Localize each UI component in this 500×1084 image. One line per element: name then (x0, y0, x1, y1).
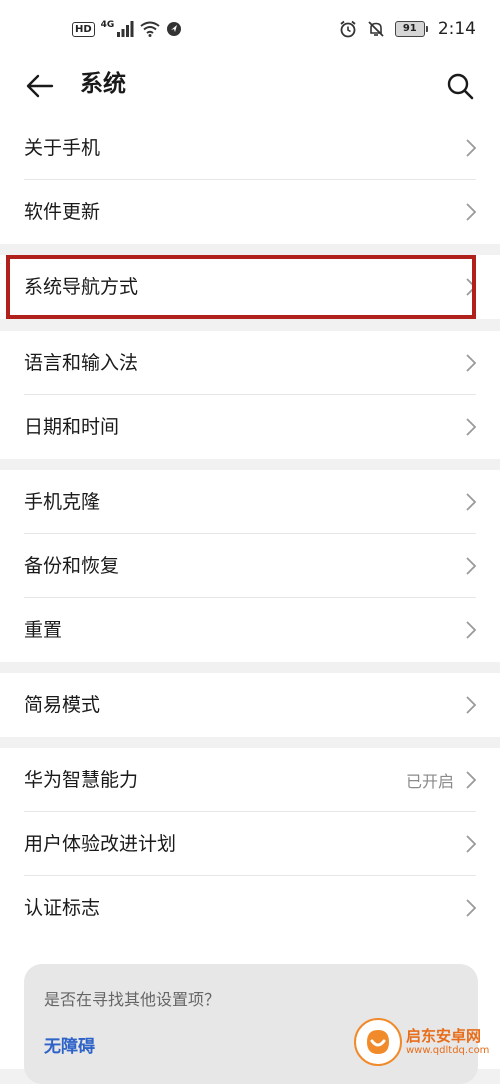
settings-item-label: 华为智慧能力 (24, 769, 139, 791)
settings-item-software-update[interactable]: 软件更新 (0, 180, 500, 244)
chevron-right-icon (466, 835, 477, 853)
mute-icon (368, 21, 384, 37)
settings-item-label: 认证标志 (24, 897, 101, 919)
settings-item-backup-restore[interactable]: 备份和恢复 (0, 534, 500, 598)
settings-item-navigation-mode[interactable]: 系统导航方式 (0, 255, 500, 319)
settings-item-phone-clone[interactable]: 手机克隆 (0, 470, 500, 534)
settings-group-5: 简易模式 (0, 673, 500, 737)
wifi-icon (140, 21, 160, 37)
settings-item-certification[interactable]: 认证标志 (0, 876, 500, 940)
battery-level: 91 (394, 21, 425, 37)
chevron-right-icon (466, 139, 477, 157)
settings-item-label: 关于手机 (24, 137, 101, 159)
hd-icon: HD (72, 21, 95, 37)
chevron-right-icon (466, 771, 477, 789)
search-button[interactable] (438, 64, 482, 108)
settings-group-1: 关于手机 软件更新 (0, 116, 500, 244)
chevron-right-icon (466, 203, 477, 221)
arrow-left-icon (26, 74, 54, 98)
chevron-right-icon (466, 418, 477, 436)
chevron-right-icon (466, 696, 477, 714)
status-bar: HD 4G 91 2:14 (0, 0, 500, 58)
app-header: 系统 (0, 58, 500, 120)
page-title: 系统 (80, 71, 126, 97)
chevron-right-icon (466, 493, 477, 511)
chevron-right-icon (466, 557, 477, 575)
settings-group-2: 系统导航方式 (0, 255, 500, 319)
settings-item-reset[interactable]: 重置 (0, 598, 500, 662)
status-right: 91 2:14 (339, 18, 476, 40)
signal-icon (117, 21, 134, 37)
watermark-name: 启东安卓网 (406, 1027, 482, 1045)
settings-item-huawei-intelligence[interactable]: 华为智慧能力 已开启 (0, 748, 500, 812)
watermark-url: www.qdltdq.com (406, 1045, 490, 1056)
settings-group-6: 华为智慧能力 已开启 用户体验改进计划 认证标志 (0, 748, 500, 958)
alarm-icon (340, 20, 356, 38)
settings-item-label: 简易模式 (24, 694, 101, 716)
settings-item-status: 已开启 (405, 772, 454, 791)
search-icon (447, 73, 474, 100)
chevron-right-icon (466, 354, 477, 372)
settings-item-label: 软件更新 (24, 201, 101, 223)
network-type: 4G (100, 20, 115, 30)
settings-group-4: 手机克隆 备份和恢复 重置 (0, 470, 500, 662)
location-icon (167, 22, 182, 36)
settings-group-3: 语言和输入法 日期和时间 (0, 331, 500, 459)
battery-icon: 91 (394, 21, 428, 37)
settings-item-label: 语言和输入法 (24, 352, 139, 374)
settings-item-user-experience[interactable]: 用户体验改进计划 (0, 812, 500, 876)
chevron-right-icon (466, 899, 477, 917)
status-left: HD 4G (72, 18, 182, 40)
suggestion-title: 是否在寻找其他设置项？ (44, 990, 221, 1009)
watermark: 启东安卓网 www.qdltdq.com (354, 1018, 494, 1066)
settings-item-date-time[interactable]: 日期和时间 (0, 395, 500, 459)
watermark-logo-icon (354, 1018, 402, 1066)
chevron-right-icon (466, 621, 477, 639)
accessibility-link[interactable]: 无障碍 (44, 1032, 95, 1057)
settings-item-label: 系统导航方式 (24, 276, 139, 298)
chevron-right-icon (466, 278, 477, 296)
settings-item-label: 用户体验改进计划 (24, 833, 177, 855)
watermark-text: 启东安卓网 www.qdltdq.com (406, 1027, 489, 1057)
back-button[interactable] (18, 64, 62, 108)
settings-item-about-phone[interactable]: 关于手机 (0, 116, 500, 180)
settings-item-language-input[interactable]: 语言和输入法 (0, 331, 500, 395)
settings-item-label: 备份和恢复 (24, 555, 120, 577)
settings-item-label: 手机克隆 (24, 491, 101, 513)
settings-item-label: 重置 (24, 619, 63, 641)
settings-item-label: 日期和时间 (24, 416, 120, 438)
settings-item-simple-mode[interactable]: 简易模式 (0, 673, 500, 737)
clock: 2:14 (437, 19, 476, 39)
